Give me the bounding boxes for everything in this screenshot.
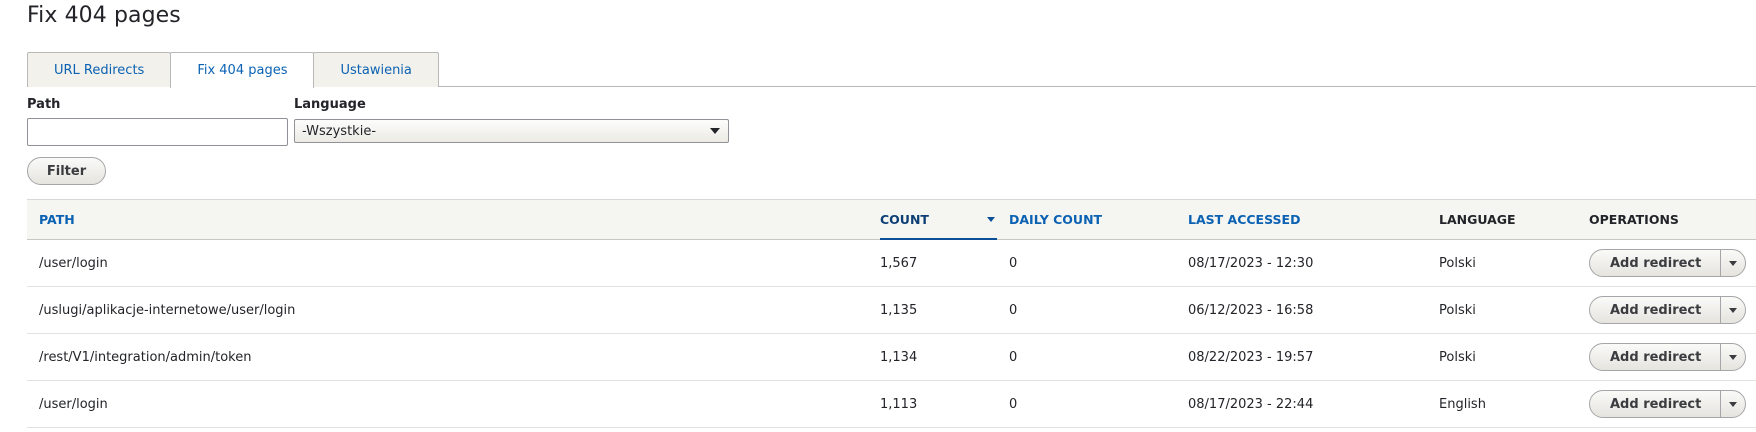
column-header-daily-count[interactable]: Daily count [997,199,1176,240]
cell-count: 1,113 [880,396,918,412]
cell-last-accessed: 08/17/2023 - 22:44 [1188,396,1314,412]
cell-operations: Add redirect [1577,287,1756,334]
cell-last-accessed: 08/17/2023 - 12:30 [1188,255,1314,271]
cell-last-accessed: 08/22/2023 - 19:57 [1188,349,1314,365]
redirect-404-table: Path Count Daily count Last accessed Lan… [27,199,1756,428]
cell-operations: Add redirect [1577,240,1756,287]
chevron-down-icon [1729,354,1738,360]
tab-url-redirects[interactable]: URL Redirects [27,52,172,87]
sort-descending-icon [987,217,995,222]
cell-count: 1,567 [880,255,918,271]
cell-daily-count: 0 [1009,255,1018,271]
chevron-down-icon [710,128,720,134]
table-row: /uslugi/aplikacje-internetowe/user/login… [27,287,1756,334]
path-label: Path [27,97,61,112]
cell-path: /rest/V1/integration/admin/token [39,349,252,365]
tab-settings[interactable]: Ustawienia [313,52,439,87]
language-label: Language [294,97,366,112]
column-header-count-label: Count [880,212,929,227]
operations-dropbutton: Add redirect [1589,343,1747,371]
cell-path: /user/login [39,396,108,412]
language-select-value: -Wszystkie- [302,123,377,139]
add-redirect-button[interactable]: Add redirect [1590,391,1722,417]
column-header-last-accessed[interactable]: Last accessed [1176,199,1427,240]
primary-tabs: URL Redirects Fix 404 pages Ustawienia [27,52,439,88]
table-header-row: Path Count Daily count Last accessed Lan… [27,199,1756,240]
cell-operations: Add redirect [1577,334,1756,381]
operations-toggle-button[interactable] [1721,297,1745,323]
cell-count: 1,134 [880,349,918,365]
operations-dropbutton: Add redirect [1589,249,1747,277]
table-row: /rest/V1/integration/admin/token 1,134 0… [27,334,1756,381]
column-header-path[interactable]: Path [27,199,868,240]
page-title: Fix 404 pages [27,3,181,28]
chevron-down-icon [1729,401,1738,407]
add-redirect-button[interactable]: Add redirect [1590,344,1722,370]
operations-toggle-button[interactable] [1721,250,1745,276]
cell-daily-count: 0 [1009,302,1018,318]
cell-count: 1,135 [880,302,918,318]
column-header-language: Language [1427,199,1577,240]
cell-language: Polski [1439,255,1476,271]
cell-language: English [1439,396,1486,412]
cell-daily-count: 0 [1009,349,1018,365]
language-select[interactable]: -Wszystkie- [294,119,729,143]
table-row: /user/login 1,113 0 08/17/2023 - 22:44 E… [27,381,1756,428]
operations-dropbutton: Add redirect [1589,296,1747,324]
cell-path: /uslugi/aplikacje-internetowe/user/login [39,302,296,318]
cell-path: /user/login [39,255,108,271]
table-row: /user/login 1,567 0 08/17/2023 - 12:30 P… [27,240,1756,287]
column-header-count[interactable]: Count [868,199,997,240]
cell-daily-count: 0 [1009,396,1018,412]
chevron-down-icon [1729,307,1738,313]
page: Fix 404 pages URL Redirects Fix 404 page… [0,0,1756,432]
column-header-operations: Operations [1577,199,1756,240]
filter-button[interactable]: Filter [27,157,106,185]
cell-operations: Add redirect [1577,381,1756,428]
operations-toggle-button[interactable] [1721,344,1745,370]
cell-language: Polski [1439,349,1476,365]
add-redirect-button[interactable]: Add redirect [1590,297,1722,323]
chevron-down-icon [1729,260,1738,266]
path-input[interactable] [27,118,288,146]
cell-last-accessed: 06/12/2023 - 16:58 [1188,302,1314,318]
add-redirect-button[interactable]: Add redirect [1590,250,1722,276]
sorted-indicator [880,238,997,240]
operations-dropbutton: Add redirect [1589,390,1747,418]
tab-fix-404-pages[interactable]: Fix 404 pages [170,52,315,88]
operations-toggle-button[interactable] [1721,391,1745,417]
cell-language: Polski [1439,302,1476,318]
